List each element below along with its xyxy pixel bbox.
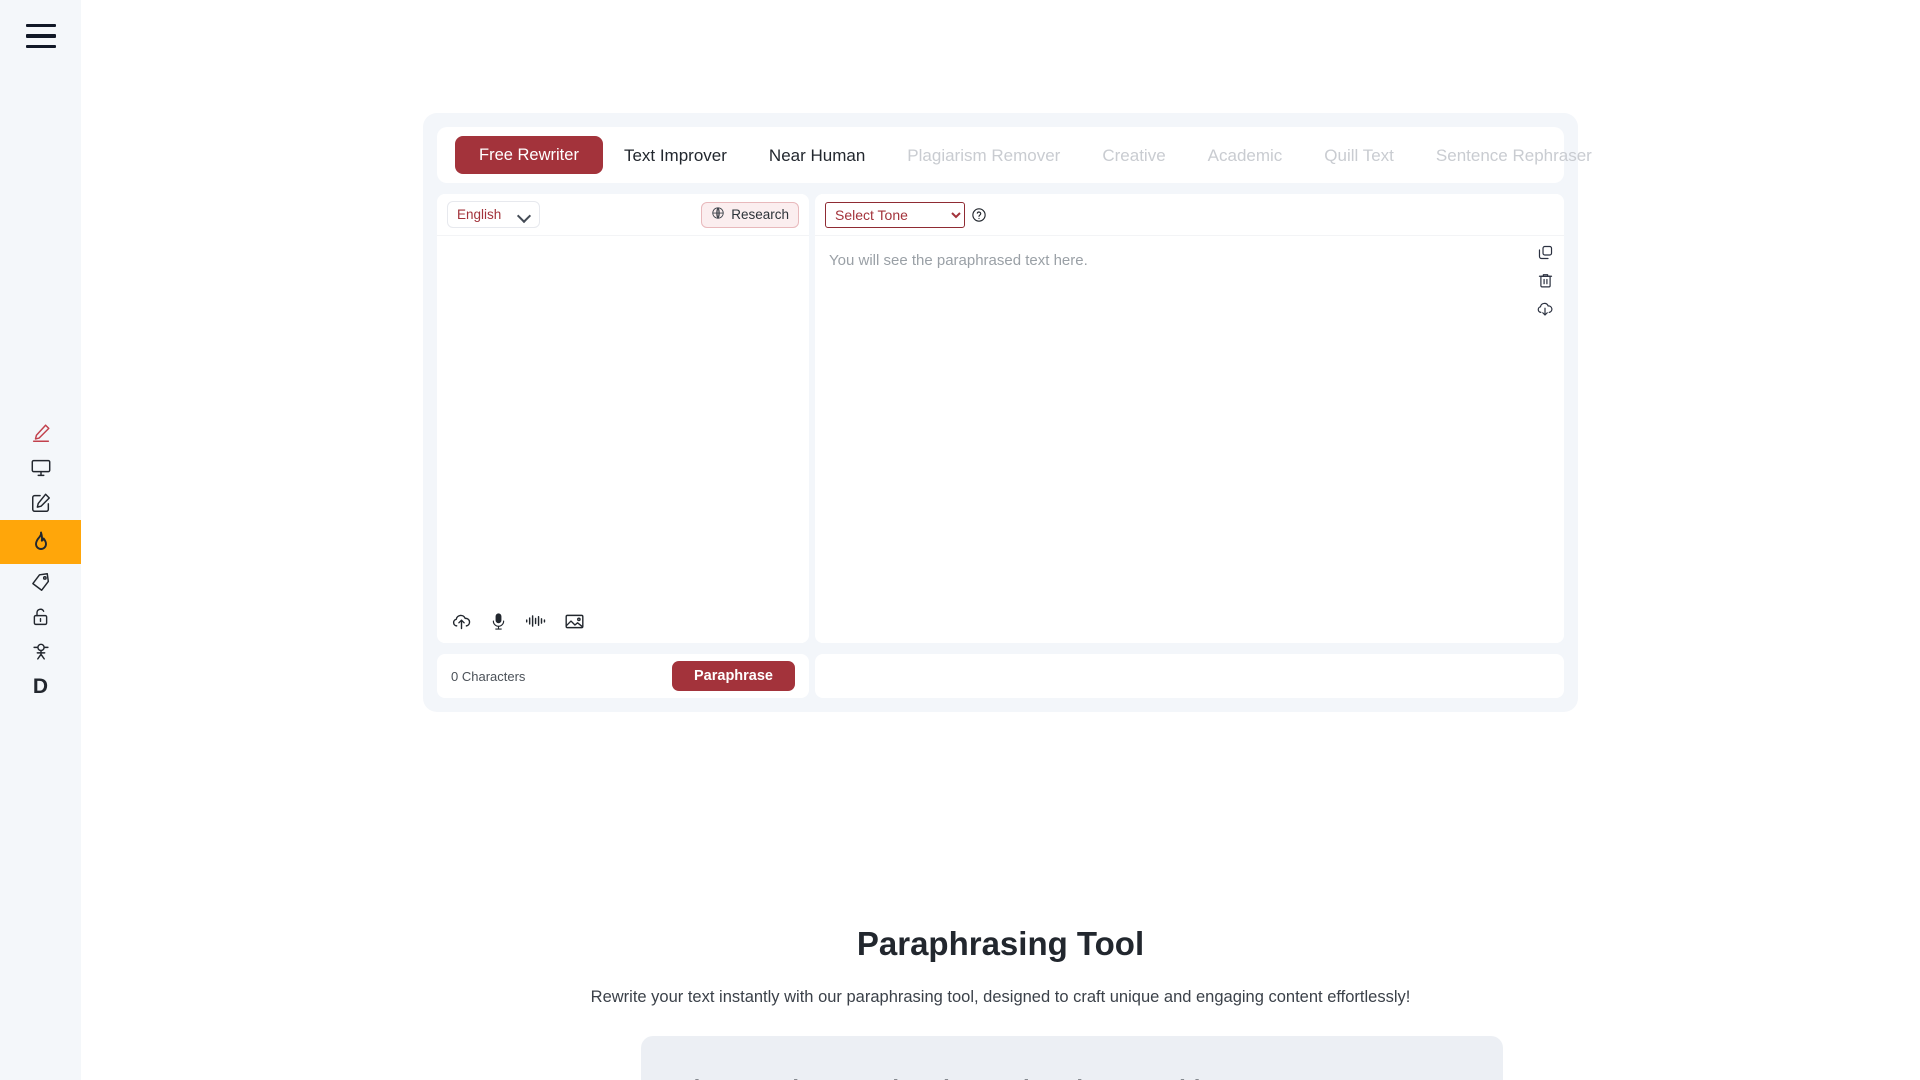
output-editor[interactable]: You will see the paraphrased text here. [815, 236, 1564, 599]
research-button[interactable]: Research [701, 201, 799, 228]
output-pane: Select Tone You will see the paraphrased… [815, 194, 1564, 643]
edit-square-icon [30, 492, 52, 514]
audio-wave-icon[interactable] [525, 613, 547, 629]
sidebar-item-lock[interactable] [0, 599, 81, 634]
tab-plagiarism-remover[interactable]: Plagiarism Remover [886, 147, 1081, 164]
hamburger-menu-button[interactable] [0, 0, 81, 62]
sidebar-item-edit-square[interactable] [0, 485, 81, 520]
language-selector[interactable]: English [447, 201, 541, 228]
tab-near-human[interactable]: Near Human [748, 147, 886, 164]
faq-heading: What can the paraphrasing tool assist yo… [671, 1076, 1223, 1080]
character-count: 0 Characters [451, 668, 526, 684]
trash-icon[interactable] [1537, 272, 1554, 289]
faq-card: What can the paraphrasing tool assist yo… [641, 1036, 1503, 1080]
flame-icon [29, 530, 53, 554]
sidebar-item-monitor[interactable] [0, 450, 81, 485]
upload-cloud-icon[interactable] [451, 611, 472, 632]
tab-text-improver[interactable]: Text Improver [603, 147, 748, 164]
tab-academic[interactable]: Academic [1187, 147, 1304, 164]
tab-creative[interactable]: Creative [1081, 147, 1186, 164]
input-editor-toolbar [437, 599, 809, 643]
image-icon[interactable] [564, 611, 585, 632]
main-content: Free Rewriter Text Improver Near Human P… [81, 0, 1920, 1080]
tab-quill-text[interactable]: Quill Text [1303, 147, 1415, 164]
paraphrase-button[interactable]: Paraphrase [672, 661, 795, 691]
language-selector-label: English [457, 207, 502, 222]
tool-tabs: Free Rewriter Text Improver Near Human P… [437, 127, 1592, 183]
microphone-icon[interactable] [489, 612, 508, 631]
monitor-icon [30, 457, 52, 479]
letter-d-icon: D [32, 674, 49, 698]
pen-edit-icon [30, 422, 52, 444]
detector-icon [30, 641, 52, 663]
page-subtitle: Rewrite your text instantly with our par… [590, 988, 1411, 1006]
tab-sentence-rephraser[interactable]: Sentence Rephraser [1415, 147, 1613, 164]
output-action-icons [1536, 244, 1554, 318]
copy-icon[interactable] [1537, 244, 1554, 261]
help-circle-icon[interactable] [971, 207, 987, 223]
chevron-down-icon [519, 211, 530, 218]
hamburger-icon [25, 23, 56, 49]
download-cloud-icon[interactable] [1536, 300, 1554, 318]
tone-select[interactable]: Select Tone [825, 201, 965, 228]
paraphrasing-tool-widget: Free Rewriter Text Improver Near Human P… [423, 113, 1592, 712]
sidebar-item-pen-edit[interactable] [0, 415, 81, 450]
input-pane-toolbar: English Research [437, 194, 809, 236]
research-button-label: Research [731, 207, 789, 222]
tab-free-rewriter[interactable]: Free Rewriter [455, 135, 603, 175]
sidebar-item-detector[interactable] [0, 634, 81, 669]
sidebar-item-tag[interactable] [0, 564, 81, 599]
page-title: Paraphrasing Tool [856, 925, 1145, 962]
lock-icon [30, 606, 51, 627]
sidebar-item-letter-d[interactable]: D [0, 669, 81, 704]
sidebar-icon-list: D [0, 415, 81, 704]
tool-footer: 0 Characters Paraphrase [437, 654, 1564, 698]
tag-icon [30, 571, 52, 593]
editor-panes: English Research Select Tone You will se… [437, 194, 1564, 643]
output-pane-toolbar: Select Tone [815, 194, 1564, 236]
input-footer: 0 Characters Paraphrase [437, 654, 809, 698]
sidebar-item-flame[interactable] [0, 520, 81, 564]
output-footer [815, 654, 1564, 698]
globe-icon [711, 206, 725, 223]
output-placeholder: You will see the paraphrased text here. [829, 252, 1088, 269]
input-editor[interactable] [437, 236, 809, 599]
left-sidebar: D [0, 0, 81, 1080]
output-editor-toolbar [815, 599, 1564, 643]
input-pane: English Research [437, 194, 809, 643]
